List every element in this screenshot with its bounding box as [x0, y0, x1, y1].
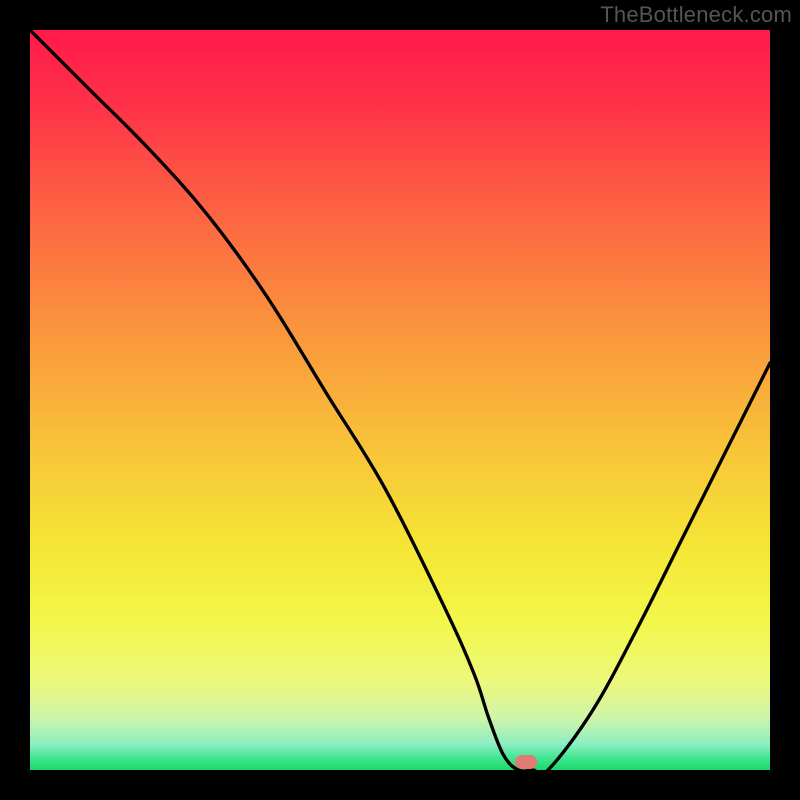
optimal-marker — [515, 755, 537, 769]
watermark-text: TheBottleneck.com — [600, 2, 792, 28]
bottleneck-curve — [30, 30, 770, 770]
plot-area — [30, 30, 770, 770]
chart-frame: TheBottleneck.com — [0, 0, 800, 800]
curve-path — [30, 30, 770, 770]
